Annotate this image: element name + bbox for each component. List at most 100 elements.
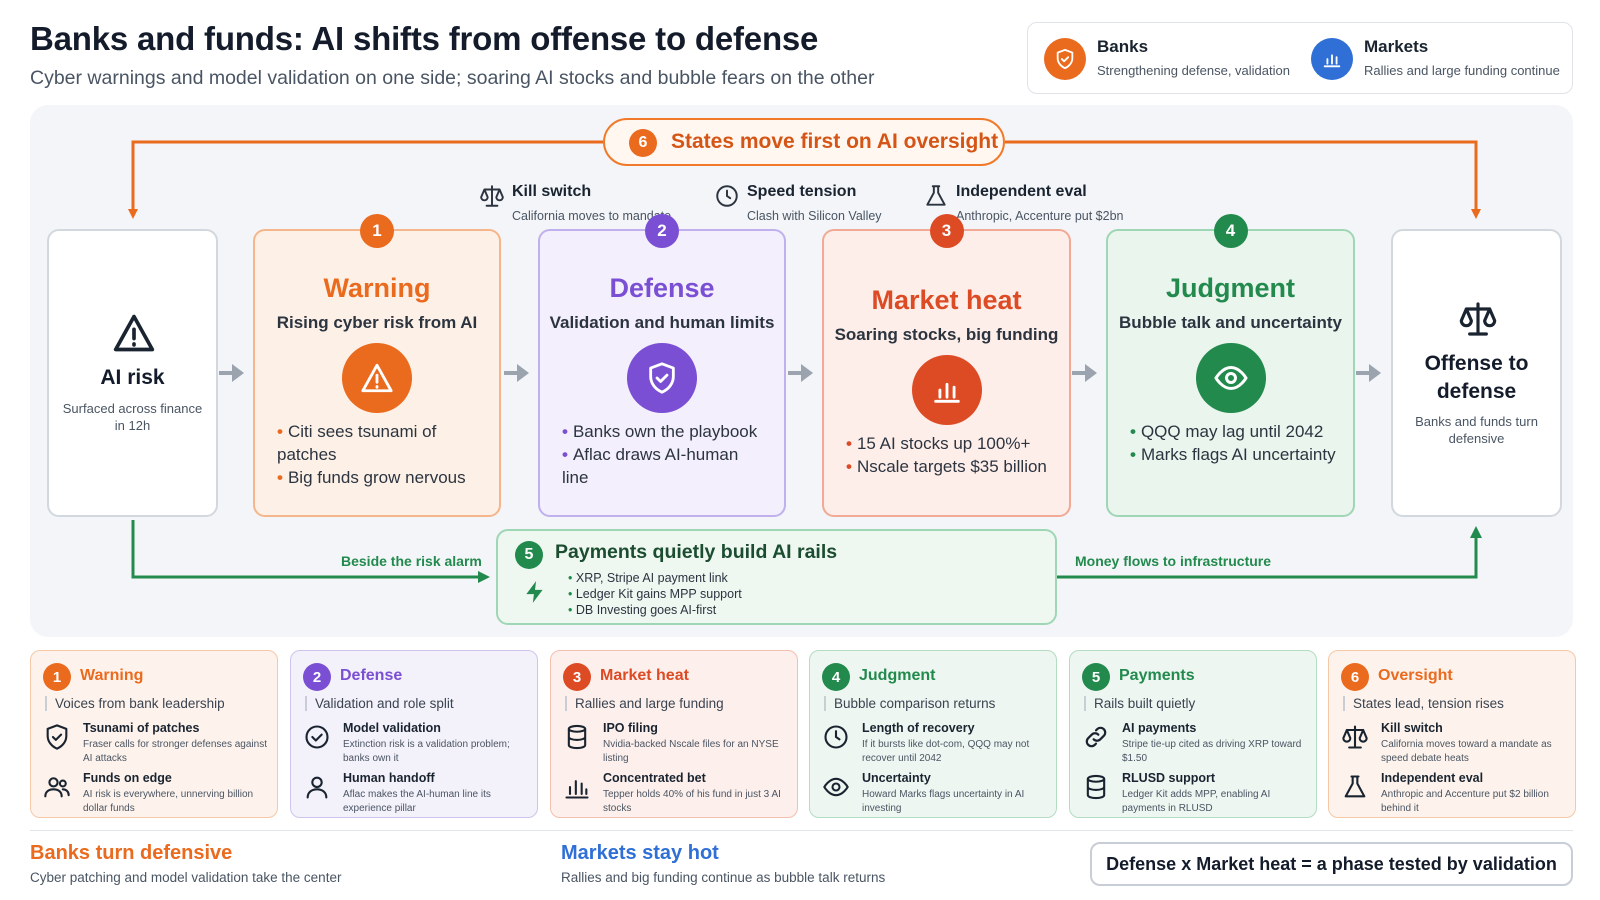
card-market-heat: 3 Market heat Rallies and large funding … [550,650,798,818]
step-badge: 2 [303,663,331,691]
oversight-pill: 6 States move first on AI oversight [603,118,1005,166]
payments-bullets: • XRP, Stripe AI payment link • Ledger K… [568,570,742,618]
scales-icon [480,185,504,207]
card-item-title: Length of recovery [862,721,975,735]
warning-icon [342,343,412,413]
card-subtitle: Voices from bank leadership [45,696,225,711]
step-badge: 6 [1341,663,1369,691]
step-badge: 5 [515,541,543,569]
card-subtitle: Validation and role split [305,696,454,711]
flow-arrow [1356,364,1381,382]
user-icon [306,776,328,799]
stage-bullets: • Banks own the playbook • Aflac draws AI-… [562,420,768,489]
flow-label-right: Money flows to infrastructure [1075,553,1272,569]
list-item: • 15 AI stocks up 100%+ [846,434,1031,453]
oversight-connector-right [1005,140,1481,219]
end-box-offense-to-defense: Offense to defense Banks and funds turn … [1391,229,1562,517]
users-icon [44,777,70,798]
list-item: • Citi sees tsunami of patches [277,422,437,464]
footer-left-desc: Cyber patching and model validation take… [30,870,342,885]
list-item: • Marks flags AI uncertainty [1130,445,1336,464]
card-title: Payments [1119,667,1195,684]
bar-chart-icon [565,780,589,799]
database-icon [1086,774,1106,800]
card-judgment: 4 Judgment Bubble comparison returns Len… [809,650,1057,818]
stage-subtitle: Bubble talk and uncertainty [1119,313,1342,332]
stage-judgment: 4 Judgment Bubble talk and uncertainty •… [1106,214,1355,517]
flow-arrow [219,364,244,382]
database-icon [567,724,587,750]
step-badge: 1 [43,663,71,691]
card-subtitle: States lead, tension rises [1343,696,1504,711]
feature-title: Speed tension [747,183,857,200]
bar-chart-icon [911,355,982,425]
card-item-title: IPO filing [603,721,658,735]
check-circle-icon [305,725,329,749]
card-item-title: Model validation [343,721,441,735]
step-badge: 2 [645,214,679,248]
card-item-title: Human handoff [343,771,435,785]
start-title: AI risk [100,366,165,389]
step-badge: 4 [822,663,850,691]
stage-bullets: • Citi sees tsunami of patches • Big funds… [277,420,483,489]
card-subtitle: Rails built quietly [1084,696,1195,711]
step-badge: 3 [929,214,964,248]
step-badge: 3 [563,663,591,691]
card-item-title: Independent eval [1381,771,1484,785]
step-badge: 5 [1082,663,1110,691]
card-item-title: RLUSD support [1122,771,1216,785]
card-item-desc: Aflac makes the AI-human line its experi… [343,789,491,814]
card-item-desc: Stripe tie-up cited as driving XRP towar… [1122,739,1302,764]
start-box-ai-risk: AI risk Surfaced across finance in 12h [47,229,218,517]
card-item-desc: Extinction risk is a validation problem;… [343,739,510,764]
list-item: • QQQ may lag until 2042 [1130,422,1324,441]
card-item-title: Kill switch [1381,721,1443,735]
card-payments: 5 Payments Rails built quietly AI paymen… [1069,650,1317,818]
card-item-desc: AI risk is everywhere, unnerving billion… [83,789,254,814]
card-subtitle: Rallies and large funding [565,696,724,711]
feature-desc: Clash with Silicon Valley [747,209,882,223]
payments-box: 5 Payments quietly build AI rails • XRP,… [496,529,1057,625]
flask-icon [1344,775,1366,798]
card-warning: 1 Warning Voices from bank leadership Ts… [30,650,278,818]
shield-check-icon [627,343,697,413]
card-item-title: Uncertainty [862,771,931,785]
clock-icon [824,725,848,749]
card-item-desc: If it bursts like dot-com, QQQ may not r… [862,739,1030,764]
oversight-connector-left [128,140,603,219]
list-item: • Banks own the playbook [562,422,758,441]
start-desc: Surfaced across finance in 12h [62,401,203,433]
card-item-desc: California moves toward a mandate as spe… [1381,739,1552,764]
lightning-icon [526,581,543,603]
stage-subtitle: Validation and human limits [549,313,775,332]
card-title: Market heat [600,667,689,684]
footer-equation: Defense x Market heat = a phase tested b… [1090,842,1573,886]
stage-subtitle: Soaring stocks, big funding [834,325,1059,344]
stage-bullets: • 15 AI stocks up 100%+ • Nscale targets $… [846,432,1053,478]
card-title: Oversight [1378,667,1453,684]
list-item: • Aflac draws AI-human line [562,445,739,487]
list-item: • Ledger Kit gains MPP support [568,587,742,601]
footer-mid-title: Markets stay hot [561,842,719,864]
payments-title: Payments quietly build AI rails [555,541,838,563]
stage-subtitle: Rising cyber risk from AI [276,313,478,332]
stage-defense: 2 Defense Validation and human limits • B… [538,214,786,517]
stage-title: Defense [609,273,715,303]
feature-title: Kill switch [512,183,592,200]
step-badge: 1 [360,214,394,248]
card-item-desc: Anthropic and Accenture put $2 billion b… [1381,789,1549,814]
card-subtitle: Bubble comparison returns [824,696,995,711]
card-item-title: AI payments [1122,721,1197,735]
card-item-title: Tsunami of patches [83,721,200,735]
warning-icon [113,314,155,352]
eye-icon [823,777,849,797]
stage-market-heat: 3 Market heat Soaring stocks, big fundin… [822,214,1071,517]
list-item: • DB Investing goes AI-first [568,603,717,617]
stage-title: Warning [323,273,431,303]
card-oversight: 6 Oversight States lead, tension rises K… [1328,650,1576,818]
list-item: • Nscale targets $35 billion [846,457,1047,476]
end-desc: Banks and funds turn defensive [1415,414,1538,446]
shield-icon [46,724,68,750]
stage-bullets: • QQQ may lag until 2042 • Marks flags AI … [1130,420,1337,466]
flow-label-left: Beside the risk alarm [341,553,482,569]
